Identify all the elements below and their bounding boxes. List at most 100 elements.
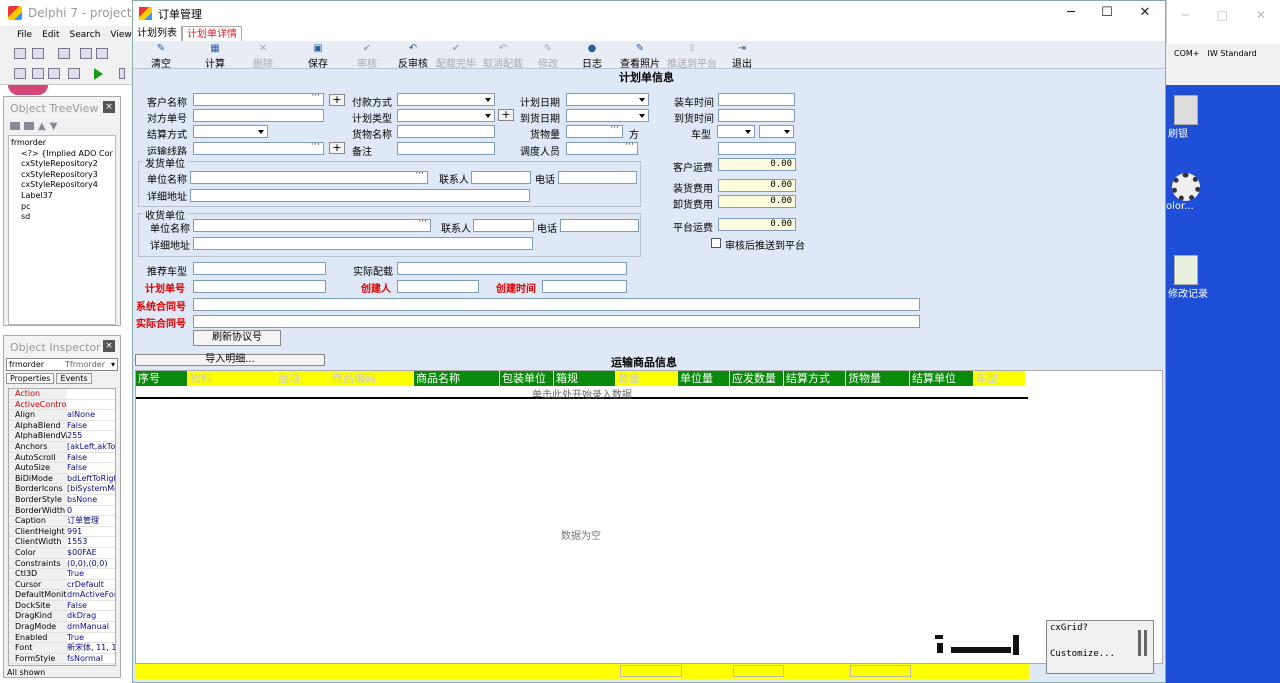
goods-grid[interactable] xyxy=(135,370,1163,664)
tree-item[interactable]: frmorder xyxy=(11,138,113,149)
receiver-address-input[interactable] xyxy=(193,237,533,250)
property-value[interactable]: False xyxy=(67,463,115,473)
tree-item[interactable]: cxStyleRepository4 xyxy=(11,180,113,191)
push-after-audit-checkbox[interactable] xyxy=(711,238,721,248)
property-row[interactable]: Align alNone xyxy=(9,410,115,421)
property-row[interactable]: DefaultMonitordmActiveFor xyxy=(9,590,115,601)
property-row[interactable]: AutoSize False xyxy=(9,463,115,474)
toolbar-button[interactable]: ✎ 修改 xyxy=(536,41,560,70)
toggle-icon[interactable] xyxy=(48,68,60,79)
property-row[interactable]: BiDiMode bdLeftToRigh xyxy=(9,473,115,485)
customer-freight-input[interactable]: 0.00 xyxy=(718,158,796,171)
property-value[interactable]: True xyxy=(67,569,115,579)
tree-item[interactable]: Label37 xyxy=(11,191,113,202)
receiver-unit-input[interactable] xyxy=(193,217,431,232)
grid-column-header[interactable]: 结算方式 xyxy=(784,371,846,386)
pause-icon[interactable] xyxy=(119,68,125,79)
open-icon[interactable] xyxy=(32,48,44,59)
view-form-icon[interactable] xyxy=(32,68,44,79)
unload-fee-input[interactable]: 0.00 xyxy=(718,195,796,208)
load-time-input[interactable] xyxy=(718,93,795,106)
property-row[interactable]: AlphaBlendVal 255 xyxy=(9,431,115,442)
property-row[interactable]: Enabled True xyxy=(9,632,115,644)
settle-method-select[interactable] xyxy=(193,125,268,138)
car-size-select[interactable] xyxy=(759,125,794,138)
property-value[interactable]: (0,0),(0,0) xyxy=(67,558,115,569)
create-time-input[interactable] xyxy=(542,280,627,293)
property-row[interactable]: Cursor crDefault xyxy=(9,579,115,591)
sender-phone-input[interactable] xyxy=(558,171,637,184)
grid-column-header[interactable]: 物料 xyxy=(188,371,276,386)
save-icon[interactable] xyxy=(58,48,70,59)
close-button[interactable]: ✕ xyxy=(1127,3,1163,23)
route-input[interactable] xyxy=(193,140,324,155)
grid-column-header[interactable]: 品项 xyxy=(276,371,330,386)
object-tree[interactable]: frmorder <?> {Implied ADO Conn cxStyleRe… xyxy=(8,135,116,325)
property-value[interactable]: 0 xyxy=(67,505,115,516)
property-row[interactable]: Anchors [akLeft,akTo xyxy=(9,441,115,453)
add-customer-button[interactable]: + xyxy=(329,94,345,106)
open-project-icon[interactable] xyxy=(96,48,108,59)
tree-item[interactable]: <?> {Implied ADO Conn xyxy=(11,149,113,160)
arrive-date-picker[interactable] xyxy=(566,109,649,122)
down-arrow-icon[interactable]: ▼ xyxy=(50,121,58,132)
run-icon[interactable] xyxy=(94,68,103,80)
platform-freight-input[interactable]: 0.00 xyxy=(718,218,796,231)
plan-no-input[interactable] xyxy=(193,280,326,293)
rec-car-type-input[interactable] xyxy=(193,262,326,275)
palette-tab-iwstandard[interactable]: IW Standard xyxy=(1208,49,1257,58)
view-unit-icon[interactable] xyxy=(14,68,26,79)
sender-address-input[interactable] xyxy=(190,189,530,202)
payment-method-select[interactable] xyxy=(397,93,495,106)
property-value[interactable]: 991 xyxy=(67,526,115,537)
property-value[interactable]: dmActiveFor xyxy=(67,590,115,600)
close-icon[interactable]: ✕ xyxy=(1256,8,1266,22)
minimize-button[interactable]: ─ xyxy=(1053,3,1089,23)
dispatcher-input[interactable] xyxy=(566,140,638,155)
menu-view[interactable]: View xyxy=(110,30,131,40)
toolbar-button[interactable]: ✔ 审核 xyxy=(357,41,377,70)
property-value[interactable]: crDefault xyxy=(67,579,115,590)
actual-load-input[interactable] xyxy=(397,262,627,275)
toolbar-button[interactable]: ↶ 反审核 xyxy=(395,41,431,70)
property-list[interactable]: Action ActiveControl Align alNone AlphaBlend… xyxy=(8,388,116,666)
new-icon[interactable] xyxy=(14,48,26,59)
property-row[interactable]: ClientHeight 991 xyxy=(9,526,115,538)
property-value[interactable]: False xyxy=(67,420,115,431)
add-route-button[interactable]: + xyxy=(329,142,345,154)
sender-unit-input[interactable] xyxy=(190,169,428,184)
property-value[interactable]: True xyxy=(67,632,115,643)
grid-column-header[interactable]: 包装单位 xyxy=(500,371,554,386)
car-type-select[interactable] xyxy=(717,125,755,138)
property-value[interactable]: dkDrag xyxy=(67,611,115,622)
palette-tab-complus[interactable]: COM+ xyxy=(1174,49,1200,58)
property-row[interactable]: BorderIcons [biSystemMe xyxy=(9,484,115,495)
property-row[interactable]: AutoScroll False xyxy=(9,452,115,464)
creator-input[interactable] xyxy=(397,280,479,293)
property-value[interactable]: bsNone xyxy=(67,494,115,505)
sys-contract-input[interactable] xyxy=(193,298,920,311)
tree-item[interactable]: cxStyleRepository2 xyxy=(11,159,113,170)
property-row[interactable]: Constraints (0,0),(0,0) xyxy=(9,558,115,570)
grid-column-header[interactable]: 箱规 xyxy=(554,371,616,386)
folder-icon[interactable] xyxy=(24,122,34,130)
goods-name-input[interactable] xyxy=(397,125,495,138)
new-row-hint[interactable]: 单击此处开始录入数据 xyxy=(136,386,1028,401)
tree-item[interactable]: cxStyleRepository3 xyxy=(11,170,113,181)
desktop-icon[interactable]: 修改记录 xyxy=(1168,255,1208,300)
toolbar-button[interactable]: ⇧ 推送到平台 xyxy=(663,41,721,70)
property-value[interactable]: fsNormal xyxy=(67,653,115,664)
property-value[interactable]: 255 xyxy=(67,431,115,441)
grid-column-header[interactable]: 应发数量 xyxy=(730,371,784,386)
property-row[interactable]: Ctl3D True xyxy=(9,569,115,580)
inspector-object-select[interactable]: frmorder Tfrmorder ▾ xyxy=(6,358,118,371)
tree-item[interactable]: pc xyxy=(11,202,113,213)
toolbar-button[interactable]: ✕ 删除 xyxy=(253,41,273,70)
property-row[interactable]: Action xyxy=(9,389,115,400)
property-row[interactable]: DragMode dmManual xyxy=(9,622,115,633)
property-row[interactable]: DockSite False xyxy=(9,600,115,612)
menu-file[interactable]: File xyxy=(17,30,32,40)
customer-name-input[interactable] xyxy=(193,91,324,106)
toolbar-button[interactable]: ● 日志 xyxy=(580,41,604,70)
receiver-contact-input[interactable] xyxy=(473,219,534,232)
